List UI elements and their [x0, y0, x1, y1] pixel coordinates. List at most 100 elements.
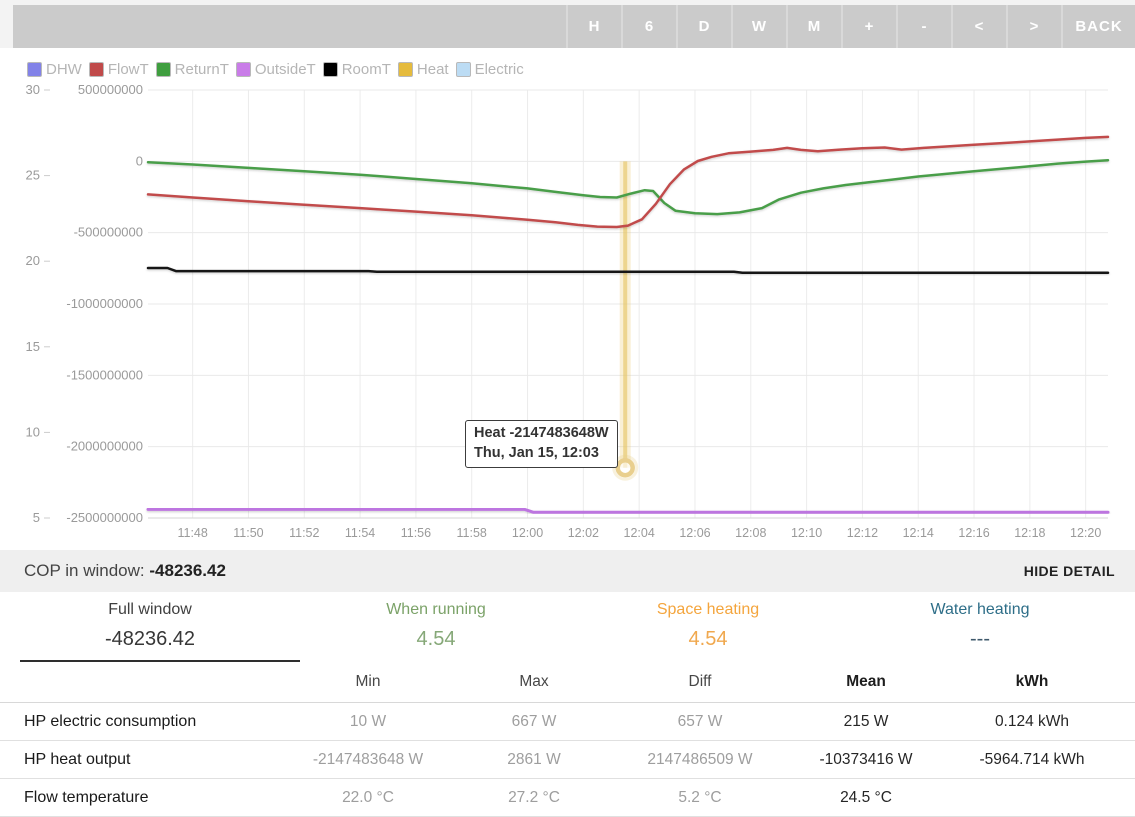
- outsidet-line[interactable]: [148, 509, 1108, 512]
- toolbar-spacer: [13, 5, 566, 48]
- legend-item-dhw[interactable]: DHW: [27, 61, 82, 78]
- table-row-label: Flow temperature: [0, 789, 285, 807]
- time-axis-tick: 12:20: [1070, 526, 1101, 540]
- toolbar-button-pan-left[interactable]: <: [951, 5, 1006, 48]
- table-row: Flow temperature22.0 °C27.2 °C5.2 °C24.5…: [0, 779, 1135, 817]
- summary-card-label: Space heating: [572, 601, 844, 619]
- table-header-mean: Mean: [783, 673, 949, 691]
- summary-card-full-window[interactable]: Full window -48236.42: [0, 592, 300, 662]
- table-cell: -2147483648 W: [285, 751, 451, 769]
- time-axis-tick: 11:48: [177, 526, 207, 540]
- chart-panel: DHW FlowT ReturnT OutsideT RoomT Heat Electric…: [0, 48, 1135, 550]
- summary-card-value: 4.54: [572, 628, 844, 651]
- electric-swatch-icon: [456, 62, 471, 77]
- table-header-row: MinMaxDiffMeankWh: [0, 662, 1135, 703]
- time-axis-tick: 12:04: [624, 526, 655, 540]
- table-row-label: HP electric consumption: [0, 713, 285, 731]
- time-axis-tick: 12:08: [735, 526, 766, 540]
- time-axis-tick: 12:10: [791, 526, 822, 540]
- temp-axis-tick: 15: [26, 339, 40, 354]
- selected-tab-indicator: [20, 660, 300, 662]
- toolbar-button-pan-right[interactable]: >: [1006, 5, 1061, 48]
- chart-plot-area[interactable]: 302520151055000000000-500000000-10000000…: [0, 48, 1135, 550]
- summary-card-water-heating[interactable]: Water heating ---: [844, 592, 1116, 662]
- legend-item-roomt[interactable]: RoomT: [323, 61, 391, 78]
- heat-swatch-icon: [398, 62, 413, 77]
- table-cell: 5.2 °C: [617, 789, 783, 807]
- table-cell: 10 W: [285, 713, 451, 731]
- table-cell: 0.124 kWh: [949, 713, 1115, 731]
- time-axis-tick: 12:14: [903, 526, 934, 540]
- outsidet-swatch-icon: [236, 62, 251, 77]
- summary-card-space-heating[interactable]: Space heating 4.54: [572, 592, 844, 662]
- legend-label: ReturnT: [175, 61, 229, 78]
- chart-legend: DHW FlowT ReturnT OutsideT RoomT Heat Electric: [27, 61, 531, 78]
- toolbar-button-range-hour[interactable]: H: [566, 5, 621, 48]
- legend-label: DHW: [46, 61, 82, 78]
- summary-card-label: Full window: [0, 601, 300, 619]
- legend-label: OutsideT: [255, 61, 316, 78]
- time-axis-tick: 12:02: [568, 526, 599, 540]
- time-axis-tick: 11:56: [401, 526, 431, 540]
- temp-axis-tick: 30: [26, 82, 40, 97]
- legend-item-electric[interactable]: Electric: [456, 61, 524, 78]
- table-header-diff: Diff: [617, 673, 783, 691]
- legend-item-flowt[interactable]: FlowT: [89, 61, 149, 78]
- power-axis-tick: -1500000000: [66, 367, 143, 382]
- time-axis-tick: 11:58: [457, 526, 487, 540]
- toolbar-button-range-day[interactable]: D: [676, 5, 731, 48]
- table-cell: 2861 W: [451, 751, 617, 769]
- temp-axis-tick: 25: [26, 168, 40, 183]
- table-header-kwh: kWh: [949, 673, 1115, 691]
- toolbar-button-range-month[interactable]: M: [786, 5, 841, 48]
- summary-card-value: -48236.42: [0, 628, 300, 651]
- time-axis-tick: 11:50: [233, 526, 263, 540]
- table-row: HP heat output-2147483648 W2861 W2147486…: [0, 741, 1135, 779]
- table-header-min: Min: [285, 673, 451, 691]
- legend-label: Electric: [475, 61, 524, 78]
- toolbar-buttons: H6DWM+-<>BACK: [566, 5, 1135, 48]
- table-cell: 27.2 °C: [451, 789, 617, 807]
- toolbar-button-range-week[interactable]: W: [731, 5, 786, 48]
- table-cell: -5964.714 kWh: [949, 751, 1115, 769]
- legend-item-outsidet[interactable]: OutsideT: [236, 61, 316, 78]
- summary-card-when-running[interactable]: When running4.54: [300, 592, 572, 662]
- flowt-swatch-icon: [89, 62, 104, 77]
- tooltip-value: Heat -2147483648W: [474, 424, 609, 444]
- top-toolbar: H6DWM+-<>BACK: [0, 0, 1135, 48]
- summary-card-value: ---: [844, 628, 1116, 651]
- table-header-max: Max: [451, 673, 617, 691]
- toolbar-button-range-6h[interactable]: 6: [621, 5, 676, 48]
- table-cell: -10373416 W: [783, 751, 949, 769]
- cop-in-window: COP in window: -48236.42: [24, 561, 226, 581]
- legend-label: Heat: [417, 61, 449, 78]
- summary-card-label: Water heating: [844, 601, 1116, 619]
- table-cell: 215 W: [783, 713, 949, 731]
- time-axis-tick: 12:06: [679, 526, 710, 540]
- heat-spike: [620, 161, 631, 467]
- chart-tooltip: Heat -2147483648W Thu, Jan 15, 12:03: [465, 420, 618, 468]
- toolbar-button-zoom-in[interactable]: +: [841, 5, 896, 48]
- chart-axis-labels: 302520151055000000000-500000000-10000000…: [26, 82, 1102, 540]
- legend-label: FlowT: [108, 61, 149, 78]
- legend-item-returnt[interactable]: ReturnT: [156, 61, 229, 78]
- time-axis-tick: 12:18: [1014, 526, 1045, 540]
- cop-label: COP in window:: [24, 561, 145, 580]
- dhw-swatch-icon: [27, 62, 42, 77]
- legend-item-heat[interactable]: Heat: [398, 61, 449, 78]
- heat-point-marker[interactable]: [618, 460, 633, 475]
- toolbar-button-back[interactable]: BACK: [1061, 5, 1135, 48]
- table-row: HP electric consumption10 W667 W657 W215…: [0, 703, 1135, 741]
- temp-axis-tick: 5: [33, 510, 40, 525]
- legend-label: RoomT: [342, 61, 391, 78]
- cop-bar: COP in window: -48236.42 HIDE DETAIL: [0, 550, 1135, 592]
- temp-axis-tick: 20: [26, 253, 40, 268]
- temp-axis-tick: 10: [26, 424, 40, 439]
- table-row-label: HP heat output: [0, 751, 285, 769]
- power-axis-tick: -2500000000: [66, 510, 143, 525]
- table-cell: 667 W: [451, 713, 617, 731]
- power-axis-tick: -2000000000: [66, 439, 143, 454]
- stats-table: MinMaxDiffMeankWhHP electric consumption…: [0, 662, 1135, 817]
- toolbar-button-zoom-out[interactable]: -: [896, 5, 951, 48]
- hide-detail-button[interactable]: HIDE DETAIL: [1024, 563, 1115, 579]
